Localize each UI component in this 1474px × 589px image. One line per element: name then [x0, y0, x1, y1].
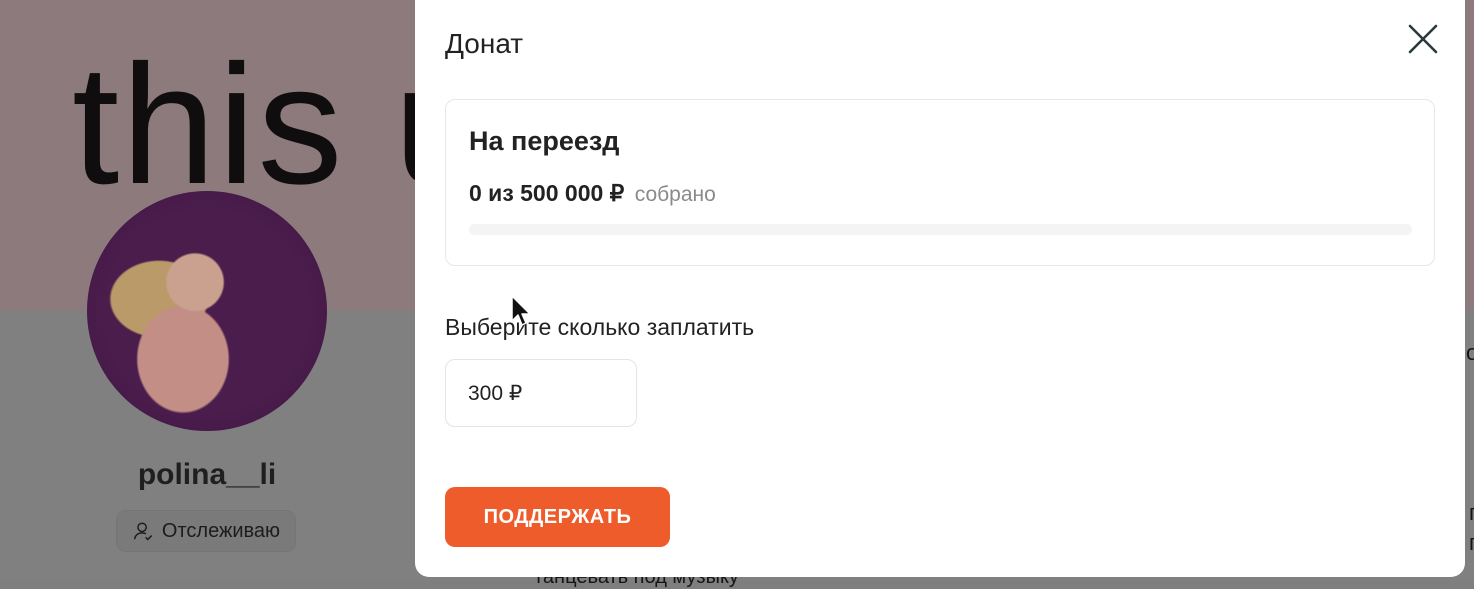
following-button[interactable]: Отслеживаю	[116, 510, 296, 552]
goal-progress-text: 0 из 500 000 ₽ собрано	[469, 180, 716, 207]
following-button-label: Отслеживаю	[161, 519, 281, 542]
mouse-pointer-icon	[511, 295, 531, 326]
background-text-fragment: о	[1466, 340, 1474, 365]
donate-modal: Донат На переезд 0 из 500 000 ₽ собрано …	[415, 0, 1465, 577]
close-icon	[1408, 24, 1438, 54]
avatar	[87, 191, 327, 431]
user-icon	[133, 522, 153, 541]
support-button[interactable]: ПОДДЕРЖАТЬ	[445, 487, 670, 547]
goal-title: На переезд	[469, 126, 620, 156]
amount-input[interactable]	[445, 359, 637, 427]
modal-title: Донат	[445, 28, 524, 59]
goal-progress-suffix: собрано	[634, 183, 716, 206]
amount-label: Выберите сколько заплатить	[445, 314, 755, 340]
profile-username: polina__li	[137, 458, 277, 491]
close-button[interactable]	[1406, 22, 1440, 56]
goal-progress-bar	[469, 224, 1412, 235]
goal-card: На переезд 0 из 500 000 ₽ собрано	[445, 99, 1435, 266]
background-text-fragment: п	[1469, 530, 1474, 556]
goal-progress-amount: 0 из 500 000 ₽	[469, 180, 625, 206]
background-text-fragment: п	[1469, 500, 1474, 526]
